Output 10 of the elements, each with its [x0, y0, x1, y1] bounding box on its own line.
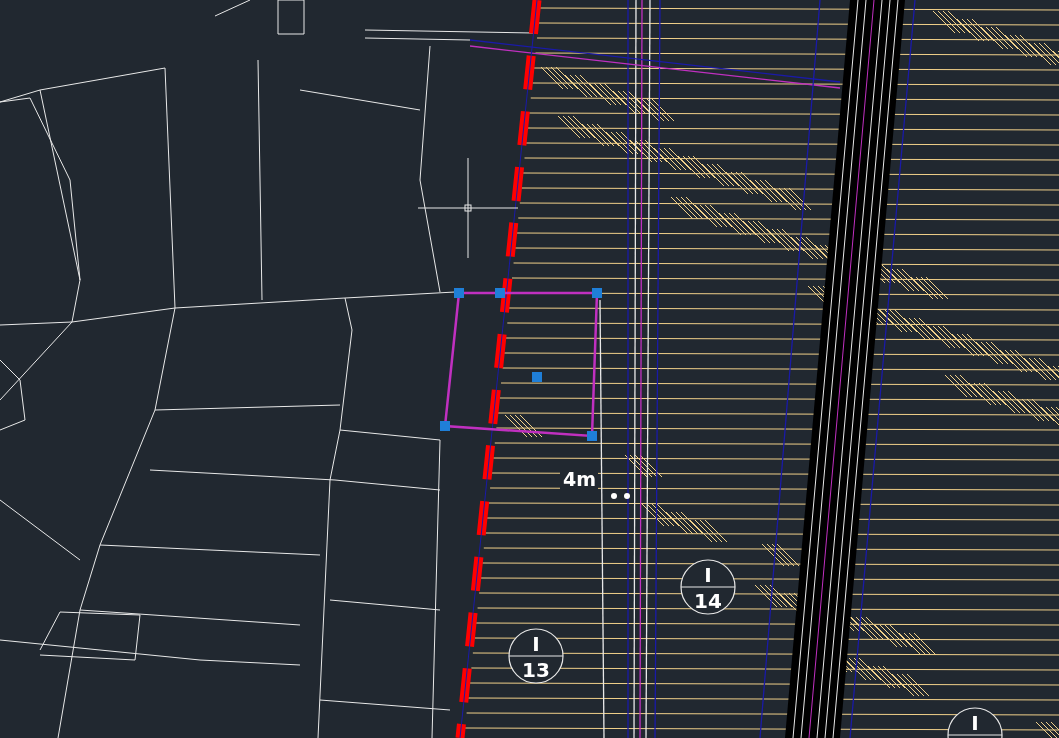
zone-label: I	[704, 563, 712, 587]
dimension-points-icon	[611, 493, 630, 499]
zone-label: I	[532, 632, 540, 656]
label-circle	[508, 628, 564, 684]
zone-label: I	[971, 711, 979, 735]
drawing-canvas[interactable]: 4m I 13 I 14 I	[0, 0, 1059, 738]
dimension-text: 4m	[563, 468, 597, 490]
label-circle	[680, 559, 736, 615]
plot-number: 14	[694, 589, 722, 613]
plot-number: 13	[522, 658, 550, 682]
